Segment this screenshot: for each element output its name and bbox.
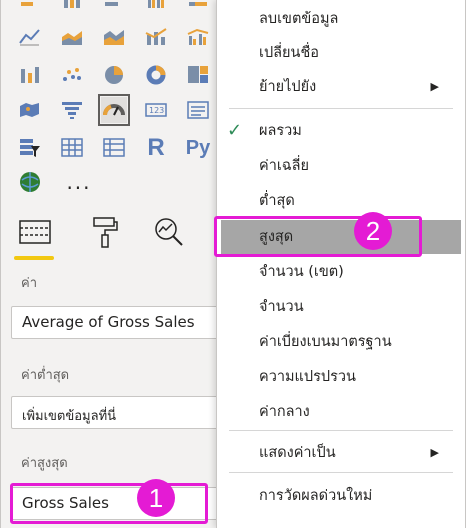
svg-text:123: 123 <box>149 106 164 115</box>
menu-item-label: ต่ำสุด <box>259 193 295 209</box>
stacked-column-chart-icon[interactable] <box>59 0 85 16</box>
values-well-label: ค่า <box>21 276 37 291</box>
callout-step-2-badge: 2 <box>354 212 392 250</box>
min-field-dropzone[interactable]: เพิ่มเขตข้อมูลที่นี่ <box>11 396 251 429</box>
menu-item-count-distinct[interactable]: จำนวน (เขต) <box>217 255 465 289</box>
gauge-icon[interactable] <box>98 94 130 126</box>
menu-separator <box>229 108 453 109</box>
tab-format[interactable] <box>85 212 125 252</box>
arcgis-map-icon[interactable] <box>17 169 43 195</box>
clustered-bar-chart-icon[interactable] <box>101 0 127 16</box>
donut-chart-icon[interactable] <box>143 62 169 88</box>
submenu-arrow-icon: ▶ <box>430 80 439 93</box>
min-well-label: ค่าต่ำสุด <box>21 368 70 383</box>
menu-item-count[interactable]: จำนวน <box>217 290 465 324</box>
map-icon[interactable] <box>17 97 43 123</box>
matrix-icon[interactable] <box>101 135 127 161</box>
menu-item-label: การวัดผลด่วนใหม่ <box>259 488 373 504</box>
more-visuals-icon[interactable]: ... <box>59 169 99 195</box>
treemap-icon[interactable] <box>185 62 211 88</box>
menu-item-median[interactable]: ค่ากลาง <box>217 395 465 429</box>
tab-fields[interactable] <box>15 212 55 252</box>
menu-item-standard-deviation[interactable]: ค่าเบี่ยงเบนมาตรฐาน <box>217 325 465 359</box>
menu-item-label: แสดงค่าเป็น <box>259 445 336 461</box>
python-visual-icon[interactable]: Py <box>185 135 211 161</box>
active-tab-indicator <box>14 256 54 260</box>
submenu-arrow-icon: ▶ <box>430 446 439 459</box>
stacked-bar-chart-icon[interactable] <box>17 0 43 16</box>
line-chart-icon[interactable] <box>17 24 43 50</box>
menu-item-label: เปลี่ยนชื่อ <box>259 45 320 61</box>
paint-roller-icon <box>93 217 118 248</box>
menu-item-label: จำนวน <box>259 299 304 315</box>
menu-item-average[interactable]: ค่าเฉลี่ย <box>217 149 465 183</box>
callout-highlight-max-field <box>10 483 208 524</box>
funnel-icon[interactable] <box>59 97 85 123</box>
line-and-column-chart-icon[interactable] <box>143 24 169 50</box>
scatter-chart-icon[interactable] <box>59 62 85 88</box>
python-visual-label: Py <box>185 136 211 159</box>
menu-item-label: จำนวน (เขต) <box>259 264 344 280</box>
menu-item-label: ย้ายไปยัง <box>259 79 317 95</box>
tab-analytics[interactable] <box>149 212 189 252</box>
area-chart-icon[interactable] <box>59 24 85 50</box>
menu-item-variance[interactable]: ความแปรปรวน <box>217 360 465 394</box>
menu-separator <box>229 472 453 473</box>
menu-item-sum[interactable]: ✓ ผลรวม <box>217 114 465 148</box>
callout-step-1-badge: 1 <box>137 479 175 517</box>
fields-icon <box>19 220 51 244</box>
values-field-pill[interactable]: Average of Gross Sales <box>11 306 251 339</box>
menu-item-minimum[interactable]: ต่ำสุด <box>217 184 465 218</box>
visualizations-pane: 123 R Py ... ค่า Average of Gross Sales … <box>0 0 251 528</box>
menu-item-move-to[interactable]: ย้ายไปยัง ▶ <box>217 70 465 104</box>
menu-item-label: ความแปรปรวน <box>259 369 356 385</box>
card-icon[interactable]: 123 <box>143 97 169 123</box>
r-visual-label: R <box>147 134 165 161</box>
checkmark-icon: ✓ <box>227 120 243 141</box>
r-script-visual-icon[interactable]: R <box>143 134 169 161</box>
menu-separator <box>229 430 453 431</box>
100-percent-bar-chart-icon[interactable] <box>185 0 211 16</box>
line-and-clustered-column-chart-icon[interactable] <box>185 24 211 50</box>
menu-item-remove-field[interactable]: ลบเขตข้อมูล <box>217 2 465 36</box>
max-well-label: ค่าสูงสุด <box>21 456 68 471</box>
more-visuals-label: ... <box>66 170 92 194</box>
menu-item-rename[interactable]: เปลี่ยนชื่อ <box>217 36 465 70</box>
analytics-magnifier-icon <box>155 218 183 246</box>
menu-item-show-value-as[interactable]: แสดงค่าเป็น ▶ <box>217 436 465 470</box>
menu-item-label: ลบเขตข้อมูล <box>259 11 339 27</box>
field-context-menu: ลบเขตข้อมูล เปลี่ยนชื่อ ย้ายไปยัง ▶ ✓ ผลรว… <box>216 0 466 528</box>
pie-chart-icon[interactable] <box>101 62 127 88</box>
menu-item-label: ค่ากลาง <box>259 404 310 420</box>
clustered-column-chart-icon[interactable] <box>143 0 169 16</box>
menu-item-label: ค่าเบี่ยงเบนมาตรฐาน <box>259 334 392 350</box>
menu-item-label: ค่าเฉลี่ย <box>259 158 310 174</box>
multi-row-card-icon[interactable] <box>185 97 211 123</box>
ribbon-chart-icon[interactable] <box>17 62 43 88</box>
menu-item-label: ผลรวม <box>259 123 302 139</box>
slicer-icon[interactable] <box>17 135 43 161</box>
table-icon[interactable] <box>59 135 85 161</box>
menu-item-new-quick-measure[interactable]: การวัดผลด่วนใหม่ <box>217 479 465 513</box>
pane-tabs <box>1 208 217 262</box>
stacked-area-chart-icon[interactable] <box>101 24 127 50</box>
